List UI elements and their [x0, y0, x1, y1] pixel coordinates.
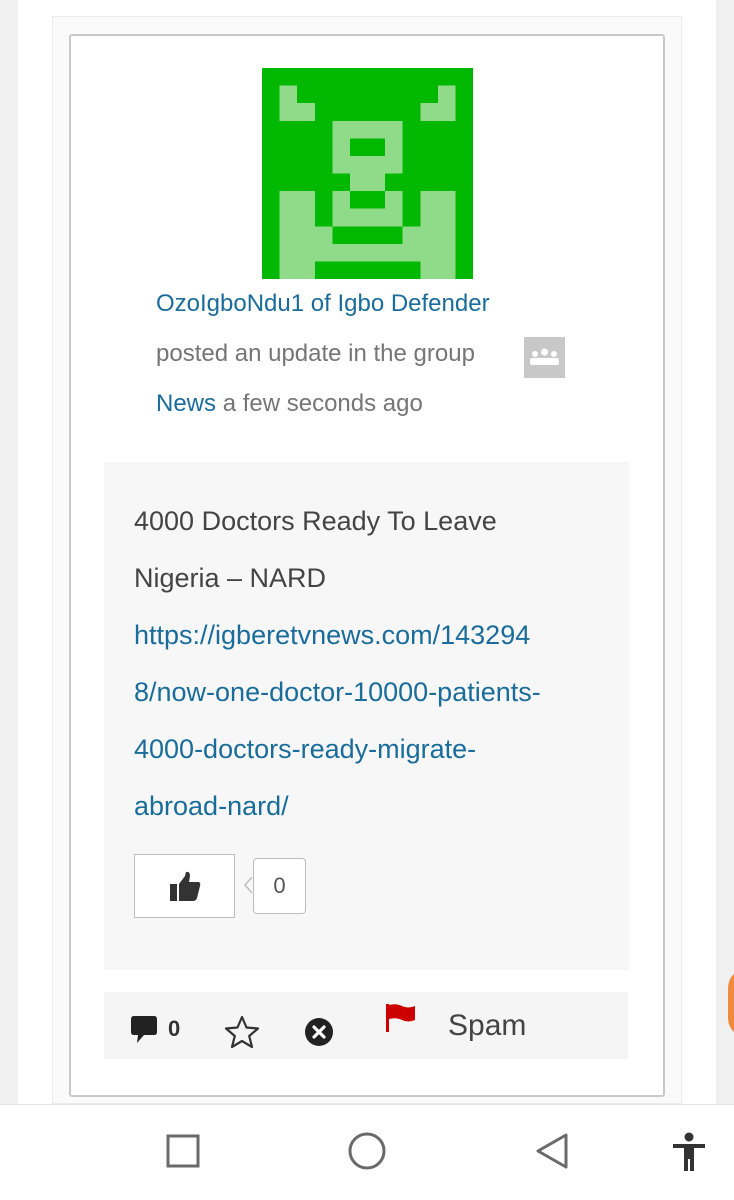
- post-link-line1[interactable]: https://igberetvnews.com/143294: [134, 618, 530, 652]
- post-link-line4[interactable]: abroad-nard/: [134, 789, 289, 823]
- activity-header-line1: OzoIgboNdu1 of Igbo Defender: [156, 289, 490, 319]
- accessibility-icon[interactable]: [671, 1131, 707, 1173]
- activity-timestamp: a few seconds ago: [222, 390, 423, 417]
- count-pointer-icon: [244, 877, 252, 893]
- like-count: 0: [253, 858, 306, 914]
- user-avatar[interactable]: [262, 68, 473, 279]
- like-button[interactable]: [134, 854, 235, 918]
- post-title-line1: 4000 Doctors Ready To Leave: [134, 506, 497, 536]
- spam-button[interactable]: Spam: [448, 1009, 526, 1043]
- comment-icon[interactable]: [130, 1014, 158, 1046]
- thumbs-up-icon: [170, 871, 201, 901]
- square-icon[interactable]: [166, 1134, 200, 1168]
- action-text: posted an update in the group: [156, 340, 475, 367]
- floating-action-button[interactable]: [728, 968, 734, 1038]
- post-link-line2[interactable]: 8/now-one-doctor-10000-patients-: [134, 675, 541, 709]
- circle-icon[interactable]: [347, 1131, 387, 1171]
- flag-icon[interactable]: [384, 1003, 418, 1033]
- activity-header-line2: posted an update in the group: [156, 339, 475, 369]
- group-link[interactable]: News: [156, 390, 216, 417]
- star-icon[interactable]: [224, 1015, 260, 1049]
- comment-count[interactable]: 0: [168, 1016, 180, 1042]
- back-triangle-icon[interactable]: [534, 1132, 570, 1170]
- activity-header-line3: News a few seconds ago: [156, 389, 423, 419]
- author-link[interactable]: OzoIgboNdu1 of Igbo Defender: [156, 290, 490, 317]
- post-link-line3[interactable]: 4000-doctors-ready-migrate-: [134, 732, 476, 766]
- close-circle-icon[interactable]: [304, 1017, 334, 1047]
- group-icon[interactable]: [524, 337, 565, 378]
- post-title-line2: Nigeria – NARD: [134, 563, 327, 593]
- activity-meta-bar: [104, 992, 628, 1059]
